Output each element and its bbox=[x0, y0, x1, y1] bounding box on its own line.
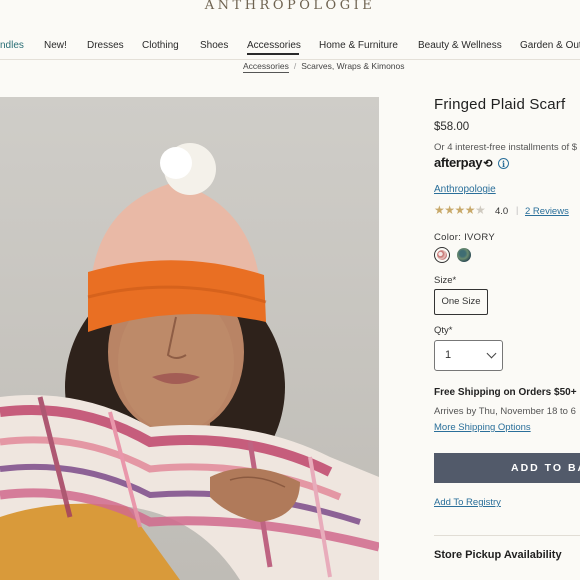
nav-item-beauty-wellness[interactable]: Beauty & Wellness bbox=[418, 40, 502, 51]
nav-item-garden-outdoor[interactable]: Garden & Out bbox=[520, 40, 580, 51]
afterpay-logo: afterpay⟲ bbox=[434, 155, 492, 170]
store-pickup-heading[interactable]: Store Pickup Availability bbox=[434, 549, 562, 561]
chevron-down-icon bbox=[486, 348, 497, 359]
free-shipping-text: Free Shipping on Orders $50+ bbox=[434, 387, 577, 398]
breadcrumb: Accessories / Scarves, Wraps & Kimonos bbox=[243, 61, 405, 73]
nav-item-candles[interactable]: ndles bbox=[0, 40, 24, 51]
breadcrumb-separator: / bbox=[293, 61, 297, 71]
installments-text: Or 4 interest-free installments of $ bbox=[434, 142, 578, 153]
product-image[interactable] bbox=[0, 97, 379, 580]
add-to-bag-button[interactable]: ADD TO BAS bbox=[434, 453, 580, 483]
nav-item-accessories[interactable]: Accessories bbox=[247, 40, 301, 51]
nav-item-home-furniture[interactable]: Home & Furniture bbox=[319, 40, 398, 51]
star-rating-icon: ★★★★★ bbox=[434, 203, 486, 217]
stars-filled: ★★★★ bbox=[434, 203, 476, 217]
add-to-registry-link[interactable]: Add To Registry bbox=[434, 497, 501, 508]
color-swatch-alt[interactable] bbox=[457, 248, 471, 262]
brand-link[interactable]: Anthropologie bbox=[434, 184, 496, 195]
rating-separator: | bbox=[516, 205, 519, 215]
quantity-select[interactable]: 1 bbox=[434, 340, 503, 371]
nav-item-clothing[interactable]: Clothing bbox=[142, 40, 179, 51]
main-nav: ndles New! Dresses Clothing Shoes Access… bbox=[0, 38, 580, 56]
reviews-link[interactable]: 2 Reviews bbox=[525, 206, 569, 217]
size-option-one-size[interactable]: One Size bbox=[434, 289, 488, 315]
breadcrumb-accessories[interactable]: Accessories bbox=[243, 61, 289, 73]
more-shipping-link[interactable]: More Shipping Options bbox=[434, 422, 531, 433]
rating-value: 4.0 bbox=[495, 206, 509, 217]
product-title: Fringed Plaid Scarf bbox=[434, 96, 566, 113]
size-label: Size* bbox=[434, 275, 457, 286]
section-divider bbox=[434, 535, 580, 536]
quantity-label: Qty* bbox=[434, 325, 453, 336]
model-photo bbox=[0, 97, 379, 580]
nav-item-dresses[interactable]: Dresses bbox=[87, 40, 124, 51]
breadcrumb-scarves[interactable]: Scarves, Wraps & Kimonos bbox=[301, 61, 404, 71]
info-icon[interactable]: i bbox=[498, 158, 509, 169]
product-price: $58.00 bbox=[434, 121, 470, 133]
color-swatch-ivory[interactable] bbox=[434, 247, 450, 263]
afterpay-arrow-icon: ⟲ bbox=[483, 158, 493, 170]
nav-item-shoes[interactable]: Shoes bbox=[200, 40, 228, 51]
nav-item-new[interactable]: New! bbox=[44, 40, 67, 51]
color-label: Color: IVORY bbox=[434, 232, 495, 243]
site-logo[interactable]: ANTHROPOLOGIE bbox=[0, 0, 580, 13]
afterpay-text: afterpay bbox=[434, 155, 483, 170]
color-swatch-ivory-fill bbox=[437, 250, 447, 260]
quantity-value: 1 bbox=[445, 349, 452, 361]
stars-empty: ★ bbox=[475, 203, 486, 217]
nav-divider bbox=[0, 59, 580, 60]
arrival-estimate: Arrives by Thu, November 18 to 6 bbox=[434, 406, 576, 417]
nav-active-underline bbox=[247, 53, 299, 55]
